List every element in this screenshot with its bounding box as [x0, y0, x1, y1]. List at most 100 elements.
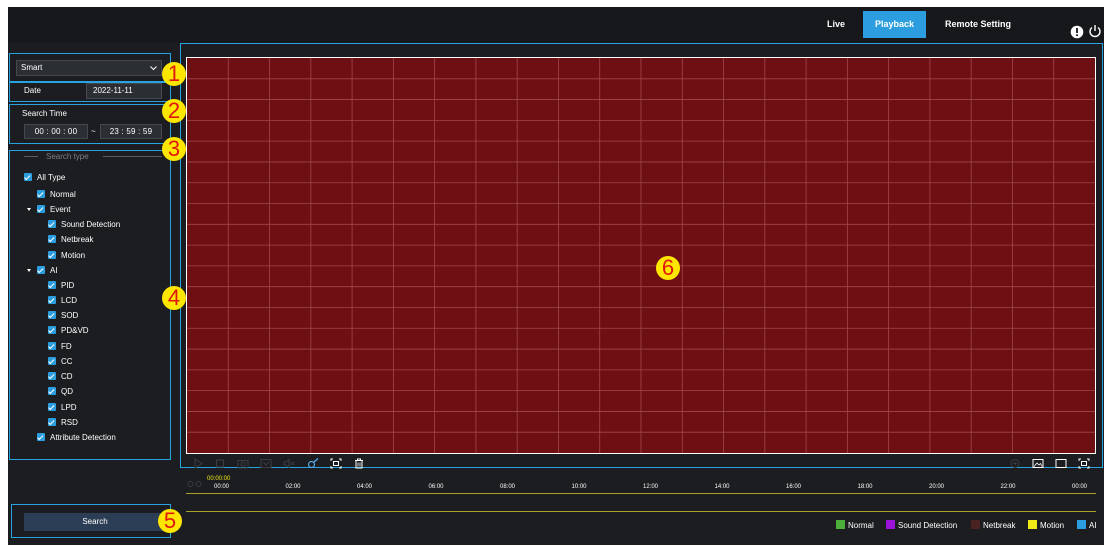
stop-icon[interactable] [214, 458, 226, 469]
annotation-badge-3: 3 [162, 137, 186, 161]
legend-swatch-netbreak [971, 520, 980, 529]
mode-select[interactable]: Smart [16, 60, 162, 76]
timeline-tick-label: 16:00 [786, 484, 802, 490]
mute-icon[interactable] [283, 458, 295, 469]
checkbox-sound-detection[interactable] [48, 220, 56, 228]
checkbox-attribute-detection[interactable] [37, 433, 45, 441]
annotation-badge-1: 1 [162, 62, 186, 86]
checkbox-cc[interactable] [48, 357, 56, 365]
checkbox-pid[interactable] [48, 281, 56, 289]
timeline-tick-label: 00:00 [1072, 484, 1088, 490]
tree-label-sound-detection: Sound Detection [61, 220, 121, 229]
timeline-tick-label: 20:00 [929, 484, 945, 490]
timeline-cursor-time: 00:00:00 [207, 476, 231, 482]
legend-swatch-ai [1077, 520, 1086, 529]
legend-swatch-normal [836, 520, 845, 529]
legend-line-right [103, 156, 162, 157]
checkbox-cd[interactable] [48, 372, 56, 380]
timeline[interactable] [186, 474, 1096, 516]
date-label: Date [24, 86, 41, 95]
caret-down-icon[interactable] [27, 208, 31, 211]
tree-label-lpd: LPD [61, 403, 77, 412]
chevron-down-icon [150, 66, 157, 71]
timeline-tick-label: 22:00 [1000, 484, 1016, 490]
checkbox-ai[interactable] [37, 266, 45, 274]
tree-label-sod: SOD [61, 311, 79, 320]
tree-label-event: Event [50, 205, 71, 214]
search-type-panel [9, 150, 171, 460]
search-type-legend: Search type [46, 152, 89, 161]
timeline-zoom-icon[interactable] [187, 480, 203, 489]
single-view-icon[interactable] [1055, 458, 1067, 469]
timeline-tick-label: 06:00 [428, 484, 444, 490]
tree-label-ai: AI [50, 266, 58, 275]
checkbox-netbreak[interactable] [48, 235, 56, 243]
checkbox-qd[interactable] [48, 387, 56, 395]
tree-label-normal: Normal [50, 190, 76, 199]
zoom-tool-icon[interactable] [307, 458, 319, 469]
tab-live[interactable]: Live [818, 11, 854, 38]
clip-icon[interactable] [260, 458, 272, 469]
start-time-field[interactable]: 00 : 00 : 00 [24, 124, 88, 139]
timeline-track-line [186, 511, 1096, 512]
annotation-badge-5: 5 [158, 509, 182, 533]
checkbox-event[interactable] [37, 205, 45, 213]
tab-playback[interactable]: Playback [863, 11, 926, 38]
tree-label-cd: CD [61, 372, 73, 381]
search-button[interactable]: Search [24, 513, 166, 531]
search-time-label: Search Time [22, 109, 67, 118]
timeline-tick-label: 14:00 [714, 484, 730, 490]
checkbox-motion[interactable] [48, 251, 56, 259]
annotation-badge-6: 6 [656, 256, 680, 280]
legend-label-motion: Motion [1040, 521, 1065, 530]
tree-label-attribute-detection: Attribute Detection [50, 433, 116, 442]
legend-swatch-sound-detection [886, 520, 895, 529]
info-icon[interactable] [1070, 25, 1084, 39]
tree-label-pd-vd: PD&VD [61, 326, 89, 335]
legend-line-left [24, 156, 38, 157]
checkbox-rsd[interactable] [48, 418, 56, 426]
image-icon[interactable] [1032, 458, 1044, 469]
tree-label-lcd: LCD [61, 296, 78, 305]
tab-remote-setting[interactable]: Remote Setting [936, 11, 1020, 38]
power-icon[interactable] [1088, 24, 1102, 38]
timeline-tick-label: 02:00 [285, 484, 301, 490]
tree-label-qd: QD [61, 387, 73, 396]
tree-label-cc: CC [61, 357, 73, 366]
legend-swatch-motion [1028, 520, 1037, 529]
fullscreen-frame-icon[interactable] [330, 458, 342, 469]
legend-label-netbreak: Netbreak [983, 521, 1016, 530]
checkbox-fd[interactable] [48, 342, 56, 350]
checkbox-lpd[interactable] [48, 403, 56, 411]
legend-label-sound-detection: Sound Detection [898, 521, 958, 530]
tree-label-rsd: RSD [61, 418, 78, 427]
mode-select-value: Smart [21, 63, 43, 72]
caret-down-icon[interactable] [27, 269, 31, 272]
delete-icon[interactable] [353, 458, 365, 469]
video-grid [187, 58, 1095, 453]
annotation-badge-2: 2 [162, 99, 186, 123]
timeline-tick-label: 08:00 [500, 484, 516, 490]
tree-label-pid: PID [61, 281, 75, 290]
legend-label-normal: Normal [848, 521, 874, 530]
checkbox-lcd[interactable] [48, 296, 56, 304]
timeline-tick-label: 18:00 [857, 484, 873, 490]
annotation-badge-4: 4 [162, 286, 186, 310]
legend-label-ai: AI [1089, 521, 1097, 530]
date-field[interactable]: 2022-11-11 [86, 83, 162, 99]
zoom-in-icon[interactable] [1009, 458, 1021, 469]
tree-label-motion: Motion [61, 251, 86, 260]
end-time-field[interactable]: 23 : 59 : 59 [100, 124, 162, 139]
timeline-tick-label: 00:00 [214, 484, 230, 490]
checkbox-pd-vd[interactable] [48, 326, 56, 334]
timeline-axis-line [186, 493, 1096, 494]
checkbox-all-type[interactable] [24, 173, 32, 181]
checkbox-sod[interactable] [48, 311, 56, 319]
fullscreen-icon[interactable] [1078, 458, 1090, 469]
video-playback-window[interactable] [186, 57, 1096, 454]
play-icon[interactable] [192, 458, 204, 469]
checkbox-normal[interactable] [37, 190, 45, 198]
snapshot-icon[interactable] [237, 458, 249, 469]
tree-label-all-type: All Type [37, 173, 66, 182]
timeline-tick-label: 10:00 [571, 484, 587, 490]
